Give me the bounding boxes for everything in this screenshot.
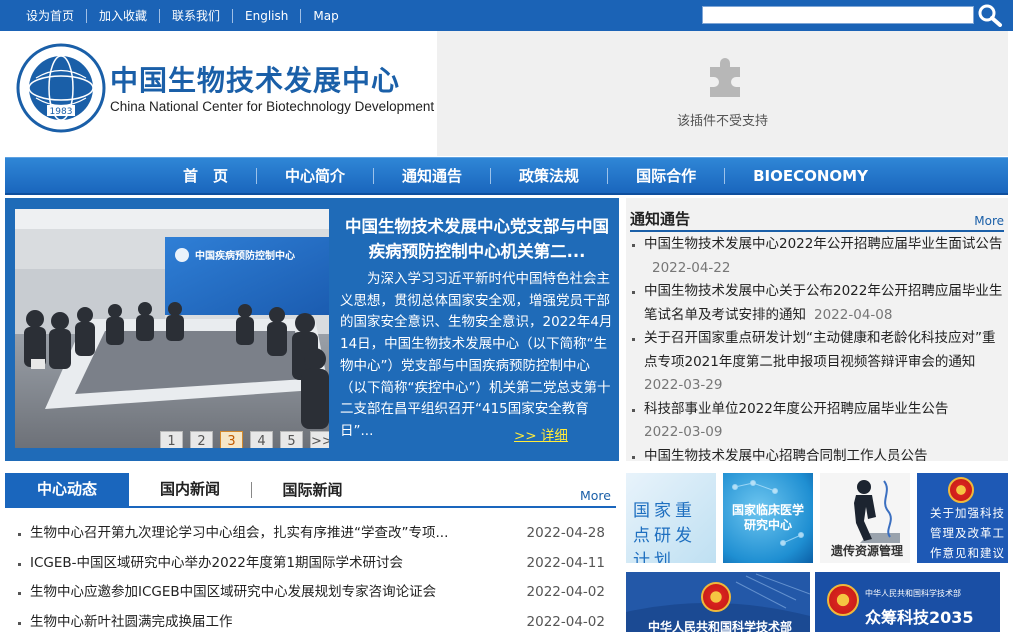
notice-item-date: 2022-04-22 [652,259,731,276]
set-homepage-link[interactable]: 设为首页 [14,9,88,23]
notice-item[interactable]: 中国生物技术发展中心关于公布2022年公开招聘应届毕业生笔试名单及考试安排的通知… [630,280,1004,327]
banner-genetic-resources-text: 遗传资源管理 [830,544,903,558]
banner-key-rd-program[interactable]: 国家重点研发计划 [626,473,716,563]
center-logo-seal-icon: 1983 [16,43,106,133]
photo-screen-text: 中国疾病预防控制中心 [195,249,295,262]
news-item[interactable]: 生物中心召开第九次理论学习中心组会，扎实有序推进“学查改”专项... 2022-0… [5,519,616,549]
page-2-button[interactable]: 2 [190,431,213,448]
banner-reform-suggestions-text: 关于加强科技管理及改革工作意见和建议 [930,506,1005,560]
banner-clinical-research-center[interactable]: 国家临床医学研究中心 [723,473,813,563]
banner-ministry-of-science-text: 中华人民共和国科学技术部 [647,620,792,632]
unsupported-plugin-area: 该插件不受支持 [437,31,1008,156]
tab-domestic-news[interactable]: 国内新闻 [129,473,251,508]
notice-item[interactable]: 中国生物技术发展中心2022年公开招聘应届毕业生面试公告 2022-04-22 [630,233,1004,280]
notice-item-text: 关于召开国家重点研发计划“主动健康和老龄化科技应对”重点专项2021年度第二批申… [644,330,996,370]
news-item[interactable]: 生物中心新叶社圆满完成换届工作 2022-04-02 [5,608,616,632]
add-favorite-link[interactable]: 加入收藏 [87,9,161,23]
main-nav: 首 页 中心简介 通知通告 政策法规 国际合作 BIOECONOMY [5,157,1008,195]
news-item-date: 2022-04-02 [526,584,605,600]
site-title-en: China National Center for Biotechnology … [110,99,435,114]
feature-photo[interactable]: 中国疾病预防控制中心 1 2 3 4 5 >> [15,209,329,448]
site-title-cn: 中国生物技术发展中心 [110,64,401,97]
nav-policies[interactable]: 政策法规 [491,167,609,184]
notice-item[interactable]: 关于召开国家重点研发计划“主动健康和老龄化科技应对”重点专项2021年度第二批申… [630,327,1004,398]
banner-crowdfunding-2035[interactable]: 中华人民共和国科学技术部 众筹科技2035 [815,572,1000,632]
notice-item-text: 中国生物技术发展中心招聘合同制工作人员公告 [644,447,928,462]
top-bar: 设为首页 加入收藏 联系我们 English Map [0,0,1013,31]
feature-slideshow: 中国疾病预防控制中心 1 2 3 4 5 >> 中国生物技术发展中心党支部与中国… [5,198,619,461]
banner-reform-suggestions[interactable]: 关于加强科技管理及改革工作意见和建议 [917,473,1008,563]
news-item-text: 生物中心新叶社圆满完成换届工作 [30,613,233,630]
notice-header: 通知通告 More [630,208,1004,232]
meeting-photo: 中国疾病预防控制中心 [15,209,329,448]
notice-item[interactable]: 科技部事业单位2022年度公开招聘应届毕业生公告 2022-03-09 [630,398,1004,445]
banner-key-rd-program-text: 国家重点研发计划 [633,501,696,563]
notice-item-date: 2022-04-08 [814,306,893,323]
banner-ministry-of-science[interactable]: 中华人民共和国科学技术部 [626,572,810,632]
page-5-button[interactable]: 5 [280,431,303,448]
news-item-date: 2022-04-28 [526,525,605,541]
notice-panel: 通知通告 More 中国生物技术发展中心2022年公开招聘应届毕业生面试公告 20… [626,198,1008,461]
news-item[interactable]: ICGEB-中国区域研究中心举办2022年度第1期国际学术研讨会 2022-04-… [5,549,616,579]
page-3-button[interactable]: 3 [220,431,243,448]
next-page-button[interactable]: >> [310,431,329,448]
nav-home[interactable]: 首 页 [155,167,258,184]
top-links: 设为首页 加入收藏 联系我们 English Map [14,8,351,24]
news-item[interactable]: 生物中心应邀参加ICGEB中国区域研究中心发展规划专家咨询论证会 2022-04-… [5,578,616,608]
map-link[interactable]: Map [301,9,350,23]
plugin-unsupported-text: 该插件不受支持 [676,114,768,129]
news-item-text: 生物中心应邀参加ICGEB中国区域研究中心发展规划专家咨询论证会 [30,584,437,600]
nav-international[interactable]: 国际合作 [608,167,726,184]
puzzle-piece-icon [710,58,740,97]
notice-list: 中国生物技术发展中心2022年公开招聘应届毕业生面试公告 2022-04-22 中… [630,233,1004,461]
news-item-date: 2022-04-02 [526,613,605,630]
page-4-button[interactable]: 4 [250,431,273,448]
banner-clinical-research-center-text: 国家临床医学研究中心 [731,503,804,532]
notice-item-text: 科技部事业单位2022年度公开招聘应届毕业生公告 [644,400,949,417]
feature-summary: 为深入学习习近平新时代中国特色社会主义思想，贯彻总体国家安全观，增强党员干部的国… [340,271,613,439]
site-header: 1983 中国生物技术发展中心 China National Center fo… [4,31,1008,156]
search-icon [978,4,1002,27]
news-item-text: 生物中心召开第九次理论学习中心组会，扎实有序推进“学查改”专项... [30,525,449,541]
news-more-link[interactable]: More [580,488,611,503]
banner-crowdfunding-2035-subtitle: 中华人民共和国科学技术部 [865,589,961,598]
feature-title[interactable]: 中国生物技术发展中心党支部与中国疾病预防控制中心机关第二... [344,214,610,264]
banner-crowdfunding-2035-title: 众筹科技2035 [865,608,974,627]
search-input[interactable] [702,6,974,24]
notice-item[interactable]: 中国生物技术发展中心招聘合同制工作人员公告 [630,445,1004,462]
national-emblem-icon [827,584,859,616]
news-list: 生物中心召开第九次理论学习中心组会，扎实有序推进“学查改”专项... 2022-0… [5,519,616,632]
banner-genetic-resources[interactable]: 遗传资源管理 [820,473,910,563]
news-tabs: 中心动态 国内新闻 国际新闻 More [5,473,616,508]
national-emblem-icon [701,582,731,612]
tab-center-news[interactable]: 中心动态 [5,473,129,508]
search-button[interactable] [977,3,1003,27]
notice-item-text: 中国生物技术发展中心2022年公开招聘应届毕业生面试公告 [644,236,1003,252]
slideshow-pager: 1 2 3 4 5 >> [160,431,329,448]
notice-item-date: 2022-03-29 [644,377,723,393]
feature-detail-link[interactable]: >> 详细 [514,424,568,444]
nav-bioeconomy[interactable]: BIOECONOMY [725,168,896,184]
news-panel: 中心动态 国内新闻 国际新闻 More 生物中心召开第九次理论学习中心组会，扎实… [5,473,616,632]
contact-us-link[interactable]: 联系我们 [160,9,234,23]
nav-notices[interactable]: 通知通告 [374,167,492,184]
national-emblem-icon [948,477,974,503]
tab-international-news[interactable]: 国际新闻 [251,482,373,498]
page-1-button[interactable]: 1 [160,431,183,448]
notice-item-date: 2022-03-09 [644,424,723,440]
english-link[interactable]: English [233,9,302,23]
notice-more-link[interactable]: More [974,214,1004,228]
nav-about[interactable]: 中心简介 [257,167,375,184]
news-item-text: ICGEB-中国区域研究中心举办2022年度第1期国际学术研讨会 [30,554,403,571]
logo-year: 1983 [50,107,73,117]
notice-title: 通知通告 [630,210,691,228]
news-item-date: 2022-04-11 [526,554,605,571]
